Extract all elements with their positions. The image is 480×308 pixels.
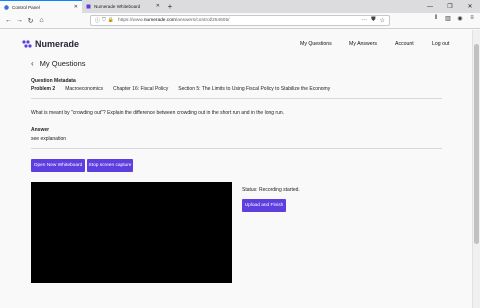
window-controls: — ❐ ✕ xyxy=(420,0,480,13)
tab-control-panel[interactable]: Control Panel ✕ xyxy=(0,0,82,13)
metadata-problem: Problem 2 xyxy=(31,86,56,92)
upload-and-finish-button[interactable]: Upload and Finish xyxy=(242,199,286,212)
numerade-tab-icon xyxy=(86,4,91,9)
metadata-subject: Macroeconomics xyxy=(65,86,103,92)
account-icon[interactable]: ◉ xyxy=(456,15,464,22)
firefox-tab-icon xyxy=(4,4,9,10)
lock-icon[interactable]: 🔒 xyxy=(108,17,114,24)
page: Numerade My Questions My Answers Account… xyxy=(0,30,472,308)
numerade-logo[interactable]: Numerade xyxy=(22,39,79,49)
nav-my-questions[interactable]: My Questions xyxy=(300,41,332,47)
logo-text: Numerade xyxy=(35,39,80,49)
close-window-icon[interactable]: ✕ xyxy=(460,0,480,13)
answer-label: Answer xyxy=(31,127,50,133)
url-domain: numerade.com xyxy=(143,18,176,23)
numerade-logo-icon xyxy=(22,39,32,48)
answer-text: see explanation xyxy=(31,136,67,142)
sidebar-icon[interactable]: ▥ xyxy=(444,15,452,22)
bookmark-star-icon[interactable]: ☆ xyxy=(380,17,385,24)
home-icon[interactable]: ⌂ xyxy=(36,15,47,27)
info-icon[interactable]: ⓘ xyxy=(95,17,100,24)
reload-icon[interactable]: ↻ xyxy=(25,15,36,27)
toolbar-right: ⫴ ▥ ◉ ≡ xyxy=(432,15,476,22)
tracking-icon[interactable]: ⛉ xyxy=(102,17,106,24)
tab-bar: Control Panel ✕ Numerade Whiteboard ✕ + … xyxy=(0,0,480,13)
question-text: What is meant by "crowding out"? Explain… xyxy=(31,110,285,116)
menu-icon[interactable]: ≡ xyxy=(468,15,476,22)
url-prefix: https://www. xyxy=(118,18,144,23)
recording-status: Status: Recording started. xyxy=(242,187,300,193)
metadata-section: Section 5: The Limits to Using Fiscal Po… xyxy=(178,86,331,92)
library-icon[interactable]: ⫴ xyxy=(432,15,440,22)
address-bar[interactable]: ⓘ ⛉ 🔒 https://www.numerade.com/answers/c… xyxy=(90,15,390,26)
minimize-icon[interactable]: — xyxy=(420,0,440,13)
metadata-row: Problem 2 Macroeconomics Chapter 16: Fis… xyxy=(31,86,340,92)
nav-my-answers[interactable]: My Answers xyxy=(349,41,377,47)
page-header: ‹ My Questions xyxy=(31,59,86,68)
tab-title: Numerade Whiteboard xyxy=(94,4,141,9)
stop-screen-capture-button[interactable]: Stop screen capture xyxy=(87,159,133,172)
back-chevron-icon[interactable]: ‹ xyxy=(31,59,34,68)
url-text: https://www.numerade.com/answers/control… xyxy=(118,18,229,23)
nav-log-out[interactable]: Log out xyxy=(432,41,449,47)
tab-numerade-whiteboard[interactable]: Numerade Whiteboard ✕ xyxy=(82,0,164,13)
tab-title: Control Panel xyxy=(12,4,40,10)
new-tab-icon[interactable]: + xyxy=(164,0,176,13)
more-actions-icon[interactable]: ··· xyxy=(361,17,367,24)
divider xyxy=(31,98,442,99)
maximize-icon[interactable]: ❐ xyxy=(440,0,460,13)
divider xyxy=(31,148,442,149)
metadata-chapter: Chapter 16: Fiscal Policy xyxy=(112,86,169,92)
url-path: /answers/control/254605/ xyxy=(175,18,230,23)
page-title: My Questions xyxy=(39,59,86,68)
scrollbar-thumb[interactable] xyxy=(474,44,479,244)
close-tab-icon[interactable]: ✕ xyxy=(74,4,78,10)
pocket-icon[interactable]: ⛊ xyxy=(371,17,376,24)
back-icon[interactable]: ← xyxy=(3,15,14,27)
close-tab-icon[interactable]: ✕ xyxy=(156,3,160,9)
screen-capture-preview xyxy=(31,182,232,283)
open-whiteboard-button[interactable]: Open New Whiteboard xyxy=(31,159,85,172)
forward-icon[interactable]: → xyxy=(14,15,25,27)
metadata-label: Question Metadata xyxy=(31,78,76,84)
nav-account[interactable]: Account xyxy=(395,41,414,47)
